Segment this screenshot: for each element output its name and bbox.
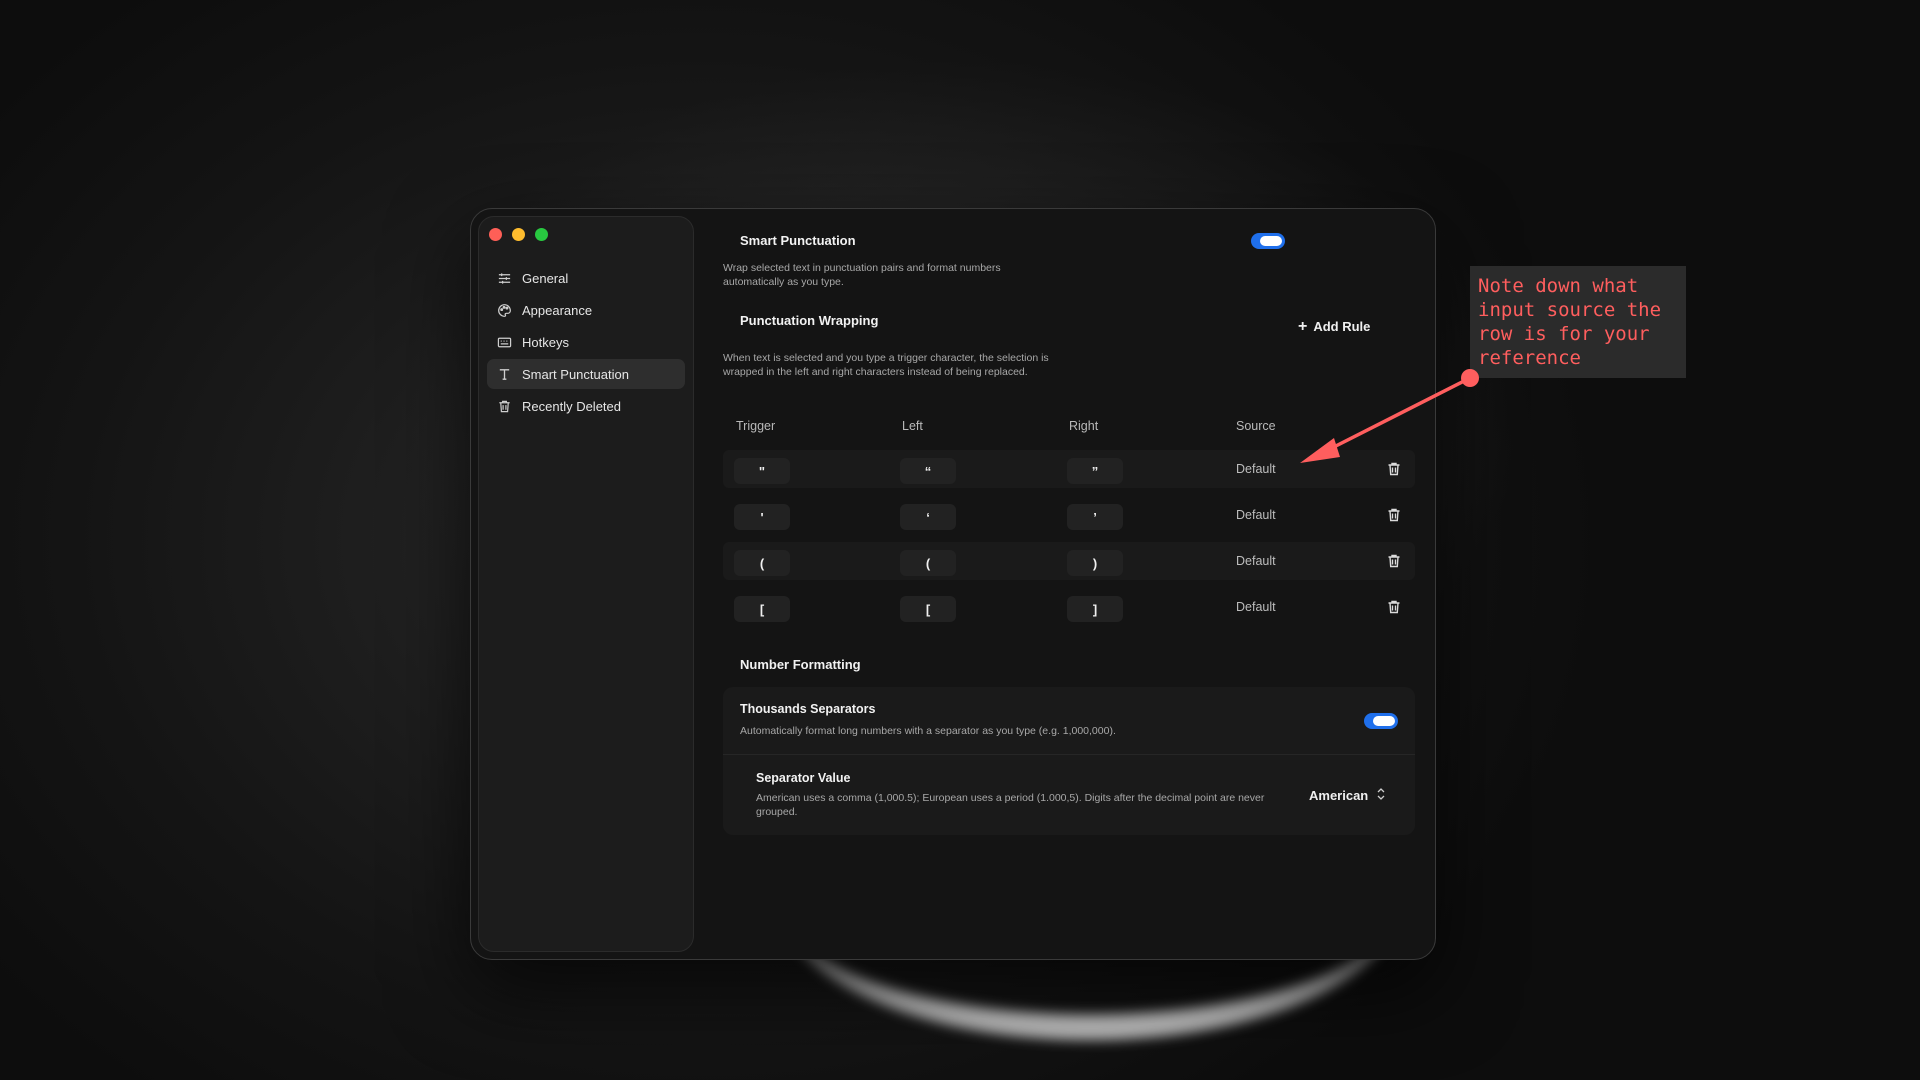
divider — [723, 754, 1415, 755]
add-rule-label: Add Rule — [1313, 319, 1371, 334]
annotation-note: Note down what input source the row is f… — [1470, 266, 1686, 378]
separator-value-description: American uses a comma (1,000.5); Europea… — [756, 792, 1265, 818]
column-header-right: Right — [1069, 419, 1099, 433]
sidebar-item-label: Hotkeys — [522, 334, 569, 350]
trash-icon — [1388, 600, 1400, 614]
table-row: ' ‘ ’ Default — [723, 496, 1415, 534]
left-field[interactable]: [ — [900, 596, 956, 622]
delete-rule-button[interactable] — [1386, 553, 1402, 569]
source-value: Default — [1236, 600, 1276, 614]
right-field[interactable]: ] — [1067, 596, 1123, 622]
sidebar-item-smart-punctuation[interactable]: Smart Punctuation — [487, 359, 685, 389]
plus-icon: + — [1298, 317, 1308, 335]
column-header-source: Source — [1236, 419, 1276, 433]
sidebar-item-label: Appearance — [522, 302, 593, 318]
sidebar-item-recently-deleted[interactable]: Recently Deleted — [487, 391, 685, 421]
source-value: Default — [1236, 508, 1276, 522]
sidebar: General Appearance Hotkeys Smart Punctua… — [478, 216, 694, 952]
sidebar-nav: General Appearance Hotkeys Smart Punctua… — [487, 263, 685, 423]
trash-icon — [1388, 462, 1400, 476]
thousands-separators-description: Automatically format long numbers with a… — [740, 725, 1116, 737]
separator-value-title: Separator Value — [756, 771, 851, 785]
sidebar-item-hotkeys[interactable]: Hotkeys — [487, 327, 685, 357]
chevron-up-down-icon — [1376, 787, 1386, 804]
add-rule-button[interactable]: + Add Rule — [1298, 317, 1371, 335]
keyboard-icon — [496, 334, 512, 350]
right-field[interactable]: ’ — [1067, 504, 1123, 530]
column-header-trigger: Trigger — [736, 419, 776, 433]
text-t-icon — [496, 366, 512, 382]
sidebar-item-label: General — [522, 270, 569, 286]
delete-rule-button[interactable] — [1386, 461, 1402, 477]
right-field[interactable]: ” — [1067, 458, 1123, 484]
punctuation-wrapping-description: When text is selected and you type a tri… — [723, 352, 1049, 378]
source-value: Default — [1236, 462, 1276, 476]
zoom-window-button[interactable] — [535, 228, 548, 241]
trigger-field[interactable]: ( — [734, 550, 790, 576]
number-formatting-card: Thousands Separators Automatically forma… — [723, 687, 1415, 835]
delete-rule-button[interactable] — [1386, 599, 1402, 615]
sidebar-item-appearance[interactable]: Appearance — [487, 295, 685, 325]
settings-window: General Appearance Hotkeys Smart Punctua… — [470, 208, 1436, 960]
sidebar-item-label: Recently Deleted — [522, 398, 621, 414]
thousands-separators-toggle[interactable] — [1364, 713, 1398, 729]
trigger-field[interactable]: ' — [734, 504, 790, 530]
trash-icon — [1388, 554, 1400, 568]
main-content: Smart Punctuation Wrap selected text in … — [697, 209, 1435, 959]
sliders-icon — [496, 270, 512, 286]
sidebar-item-general[interactable]: General — [487, 263, 685, 293]
smart-punctuation-description: Wrap selected text in punctuation pairs … — [723, 262, 1001, 288]
delete-rule-button[interactable] — [1386, 507, 1402, 523]
separator-value-select[interactable]: American — [1309, 787, 1386, 804]
section-title-punctuation-wrapping: Punctuation Wrapping — [740, 313, 879, 328]
sidebar-item-label: Smart Punctuation — [522, 366, 629, 382]
trigger-field[interactable]: " — [734, 458, 790, 484]
section-title-smart-punctuation: Smart Punctuation — [740, 233, 856, 248]
close-window-button[interactable] — [489, 228, 502, 241]
left-field[interactable]: “ — [900, 458, 956, 484]
table-row: ( ( ) Default — [723, 542, 1415, 580]
trigger-field[interactable]: [ — [734, 596, 790, 622]
section-title-number-formatting: Number Formatting — [740, 657, 861, 672]
table-row: [ [ ] Default — [723, 588, 1415, 626]
column-header-left: Left — [902, 419, 923, 433]
left-field[interactable]: ‘ — [900, 504, 956, 530]
left-field[interactable]: ( — [900, 550, 956, 576]
right-field[interactable]: ) — [1067, 550, 1123, 576]
window-controls — [489, 228, 548, 241]
separator-value-selected: American — [1309, 788, 1369, 803]
palette-icon — [496, 302, 512, 318]
smart-punctuation-toggle[interactable] — [1251, 233, 1285, 249]
minimize-window-button[interactable] — [512, 228, 525, 241]
trash-icon — [496, 398, 512, 414]
trash-icon — [1388, 508, 1400, 522]
source-value: Default — [1236, 554, 1276, 568]
table-row: " “ ” Default — [723, 450, 1415, 488]
thousands-separators-title: Thousands Separators — [740, 702, 876, 716]
